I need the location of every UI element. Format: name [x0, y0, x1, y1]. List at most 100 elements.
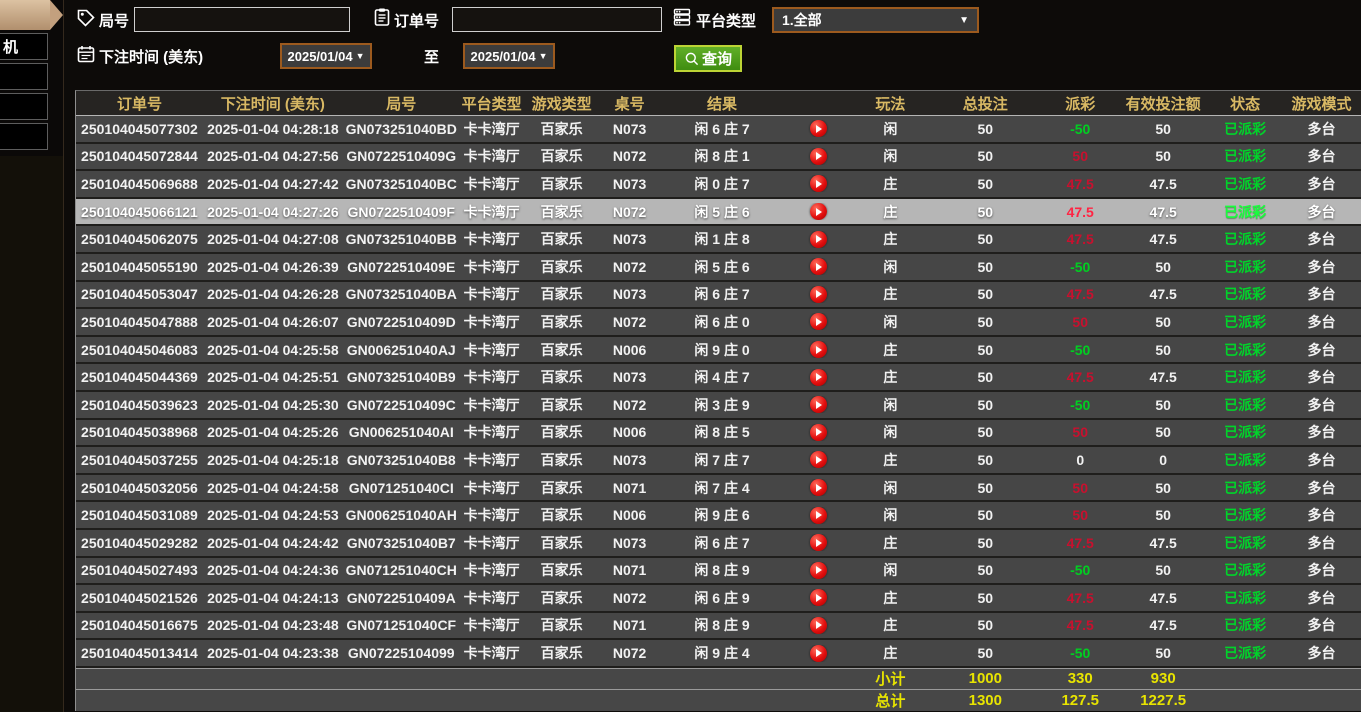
round-number: GN006251040AI [343, 424, 460, 440]
status-badge: 已派彩 [1208, 284, 1282, 304]
platform-type: 卡卡湾厅 [460, 615, 524, 635]
result: 闲 1 庄 8 [660, 229, 785, 249]
table-row[interactable]: 2501040450134142025-01-04 04:23:38GN0722… [76, 640, 1361, 668]
game-type: 百家乐 [524, 174, 600, 194]
table-row[interactable]: 2501040450728442025-01-04 04:27:56GN0722… [76, 144, 1361, 172]
result: 闲 6 庄 9 [660, 588, 785, 608]
game-type: 百家乐 [524, 533, 600, 553]
game-type: 百家乐 [524, 202, 600, 222]
play-video-icon[interactable] [784, 507, 852, 524]
table-row[interactable]: 2501040450396232025-01-04 04:25:30GN0722… [76, 392, 1361, 420]
platform-type: 卡卡湾厅 [460, 560, 524, 580]
game-mode: 多台 [1282, 146, 1361, 166]
play-video-icon[interactable] [784, 479, 852, 496]
play-video-icon[interactable] [784, 313, 852, 330]
round-number: GN07225104099 [343, 645, 460, 661]
bet-time: 2025-01-04 04:24:13 [203, 590, 343, 606]
order-number: 250104045013414 [76, 645, 203, 661]
table-number: N072 [600, 314, 660, 330]
table-row[interactable]: 2501040450389682025-01-04 04:25:26GN0062… [76, 420, 1361, 448]
table-row[interactable]: 2501040450292822025-01-04 04:24:42GN0732… [76, 530, 1361, 558]
platform-type: 卡卡湾厅 [460, 340, 524, 360]
total-bet: 50 [928, 231, 1042, 247]
play-video-icon[interactable] [784, 286, 852, 303]
search-icon [684, 51, 700, 67]
game-type: 百家乐 [524, 422, 600, 442]
subtotal-row: 小计 1000 330 930 [76, 668, 1361, 689]
game-mode: 多台 [1282, 284, 1361, 304]
play-video-icon[interactable] [784, 534, 852, 551]
play-video-icon[interactable] [784, 424, 852, 441]
total-bet: 50 [928, 204, 1042, 220]
table-number: N071 [600, 562, 660, 578]
table-row[interactable]: 2501040450661212025-01-04 04:27:26GN0722… [76, 199, 1361, 227]
bet-time: 2025-01-04 04:24:42 [203, 535, 343, 551]
table-row[interactable]: 2501040450551902025-01-04 04:26:39GN0722… [76, 254, 1361, 282]
payout: 50 [1042, 148, 1118, 164]
play-video-icon[interactable] [784, 589, 852, 606]
table-row[interactable]: 2501040450478882025-01-04 04:26:07GN0722… [76, 309, 1361, 337]
status-badge: 已派彩 [1208, 340, 1282, 360]
play-type: 闲 [852, 146, 928, 166]
table-row[interactable]: 2501040450620752025-01-04 04:27:08GN0732… [76, 226, 1361, 254]
play-video-icon[interactable] [784, 148, 852, 165]
table-row[interactable]: 2501040450274932025-01-04 04:24:36GN0712… [76, 558, 1361, 586]
play-video-icon[interactable] [784, 617, 852, 634]
play-video-icon[interactable] [784, 175, 852, 192]
left-sidebar: 机 [0, 0, 64, 712]
order-number: 250104045046083 [76, 342, 203, 358]
table-number: N073 [600, 535, 660, 551]
total-bet: 50 [928, 397, 1042, 413]
table-number: N006 [600, 507, 660, 523]
platform-type-label: 平台类型 [696, 10, 756, 31]
order-number-input[interactable] [452, 7, 662, 32]
table-row[interactable]: 2501040450530472025-01-04 04:26:28GN0732… [76, 282, 1361, 310]
table-row[interactable]: 2501040450696882025-01-04 04:27:42GN0732… [76, 171, 1361, 199]
date-from-picker[interactable]: 2025/01/04 ▼ [280, 43, 372, 69]
column-header: 玩法 [852, 93, 928, 114]
date-to-picker[interactable]: 2025/01/04 ▼ [463, 43, 555, 69]
payout: 47.5 [1042, 286, 1118, 302]
result: 闲 6 庄 7 [660, 533, 785, 553]
play-type: 庄 [852, 367, 928, 387]
play-video-icon[interactable] [784, 645, 852, 662]
table-row[interactable]: 2501040450443692025-01-04 04:25:51GN0732… [76, 364, 1361, 392]
game-mode: 多台 [1282, 119, 1361, 139]
play-video-icon[interactable] [784, 258, 852, 275]
sidebar-item-4[interactable] [0, 123, 48, 150]
round-number-input[interactable] [134, 7, 350, 32]
valid-bet: 50 [1118, 507, 1208, 523]
total-bet: 50 [928, 424, 1042, 440]
game-type: 百家乐 [524, 229, 600, 249]
play-video-icon[interactable] [784, 562, 852, 579]
play-video-icon[interactable] [784, 451, 852, 468]
valid-bet: 47.5 [1118, 286, 1208, 302]
table-row[interactable]: 2501040450215262025-01-04 04:24:13GN0722… [76, 585, 1361, 613]
result: 闲 8 庄 9 [660, 615, 785, 635]
sidebar-item-1[interactable]: 机 [0, 33, 48, 60]
platform-type-select[interactable]: 1.全部 ▼ [772, 7, 979, 33]
sidebar-item-3[interactable] [0, 93, 48, 120]
bet-time: 2025-01-04 04:26:07 [203, 314, 343, 330]
query-button[interactable]: 查询 [674, 45, 742, 72]
table-row[interactable]: 2501040450320562025-01-04 04:24:58GN0712… [76, 475, 1361, 503]
play-video-icon[interactable] [784, 203, 852, 220]
payout: 50 [1042, 507, 1118, 523]
table-row[interactable]: 2501040450310892025-01-04 04:24:53GN0062… [76, 502, 1361, 530]
play-video-icon[interactable] [784, 341, 852, 358]
table-row[interactable]: 2501040450166752025-01-04 04:23:48GN0712… [76, 613, 1361, 641]
play-video-icon[interactable] [784, 231, 852, 248]
play-video-icon[interactable] [784, 120, 852, 137]
sidebar-item-2[interactable] [0, 63, 48, 90]
status-badge: 已派彩 [1208, 505, 1282, 525]
table-row[interactable]: 2501040450372552025-01-04 04:25:18GN0732… [76, 447, 1361, 475]
play-video-icon[interactable] [784, 369, 852, 386]
payout: -50 [1042, 645, 1118, 661]
order-number: 250104045055190 [76, 259, 203, 275]
platform-type: 卡卡湾厅 [460, 119, 524, 139]
order-number: 250104045062075 [76, 231, 203, 247]
play-video-icon[interactable] [784, 396, 852, 413]
table-row[interactable]: 2501040450460832025-01-04 04:25:58GN0062… [76, 337, 1361, 365]
game-type: 百家乐 [524, 257, 600, 277]
table-row[interactable]: 2501040450773022025-01-04 04:28:18GN0732… [76, 116, 1361, 144]
